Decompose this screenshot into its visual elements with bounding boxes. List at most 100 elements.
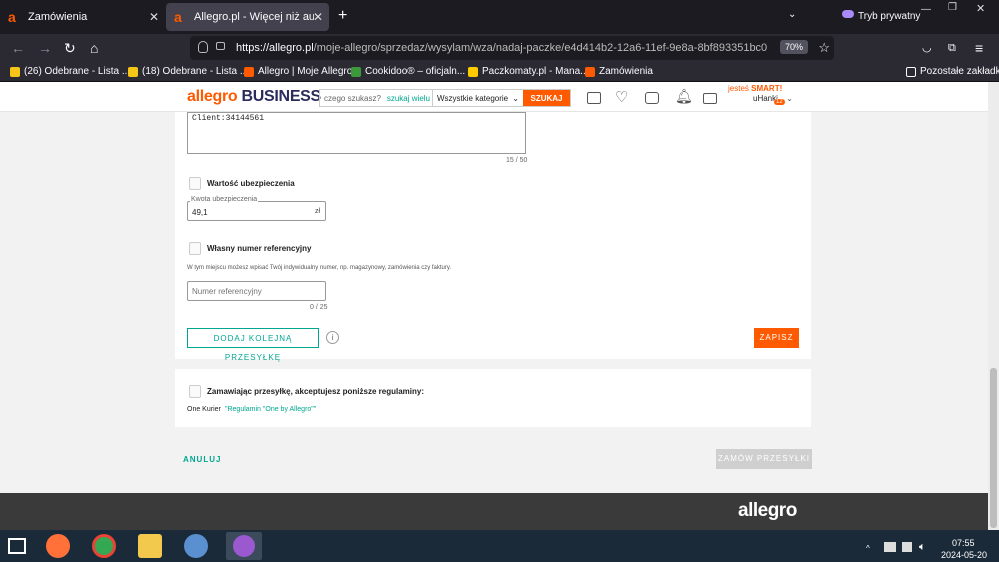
bookmark-item[interactable]: (18) Odebrane - Lista ...	[128, 66, 248, 77]
search-placeholder: czego szukasz?	[324, 94, 381, 103]
tab-label: Allegro.pl - Więcej niż aukcje. N	[194, 11, 314, 23]
bookmark-label: Paczkomaty.pl - Mana...	[482, 66, 589, 77]
bookmark-item[interactable]: Allegro | Moje Allegro	[244, 66, 352, 77]
chevron-down-icon: ⌄	[786, 94, 793, 103]
private-mask-icon	[842, 10, 854, 18]
bookmark-star-icon[interactable]: ☆	[818, 40, 830, 56]
delivery-truck-icon[interactable]	[587, 92, 601, 104]
home-icon[interactable]: ⌂	[90, 40, 98, 56]
insurance-title: Wartość ubezpieczenia	[207, 179, 295, 188]
bookmark-label: (26) Odebrane - Lista ...	[24, 66, 131, 77]
close-tab-icon[interactable]: ✕	[313, 10, 323, 24]
pencil-document-icon	[189, 242, 201, 255]
logo-business-text: BUSINESS	[241, 88, 322, 105]
smart-prefix: jesteś	[728, 84, 749, 93]
search-many-link[interactable]: szukaj wielu	[387, 94, 430, 103]
smiley-icon	[10, 66, 20, 77]
extensions-icon[interactable]: ⧉	[948, 40, 956, 56]
shield-icon[interactable]	[198, 41, 208, 53]
private-browsing-icon	[233, 535, 255, 557]
bell-icon[interactable]: 🔔︎	[675, 88, 693, 105]
minimize-icon[interactable]: —	[921, 4, 931, 15]
footer-logo: allegro	[738, 500, 797, 521]
menu-icon[interactable]: ≡	[975, 40, 983, 56]
tab-list-icon[interactable]: ⌄	[788, 9, 796, 20]
search-input[interactable]: czego szukasz? szukaj wielu	[320, 90, 433, 106]
allegro-icon	[585, 66, 595, 77]
terms-title: Zamawiając przesyłkę, akceptujesz poniżs…	[207, 387, 424, 396]
reference-counter: 0 / 25	[310, 304, 328, 311]
bookmark-item[interactable]: Cookidoo® – oficjaln...	[351, 66, 465, 77]
back-icon[interactable]: ←	[11, 40, 25, 56]
terms-link[interactable]: "Regulamin "One by Allegro""	[225, 406, 316, 413]
bookmark-item[interactable]: (26) Odebrane - Lista ...	[10, 66, 130, 77]
heart-icon[interactable]: ♡	[615, 88, 628, 106]
pocket-icon[interactable]: ◡	[922, 40, 932, 56]
bookmark-item[interactable]: Paczkomaty.pl - Mana...	[468, 66, 589, 77]
tab-zamowienia[interactable]: a Zamówienia ✕	[0, 0, 165, 34]
monitor-icon[interactable]	[902, 542, 912, 552]
other-bookmarks-label: Pozostałe zakładki	[920, 66, 999, 77]
zoom-level[interactable]: 70%	[779, 40, 808, 54]
add-shipment-button[interactable]: DODAJ KOLEJNĄ PRZESYŁKĘ	[187, 328, 319, 362]
info-icon[interactable]: i	[326, 331, 339, 344]
windows-start-icon[interactable]	[8, 538, 26, 554]
notification-badge: 12	[774, 99, 785, 105]
browser-tab-bar: a Zamówienia ✕ a Allegro.pl - Więcej niż…	[0, 0, 999, 34]
url-bar[interactable]: https://allegro.pl/moje-allegro/sprzedaz…	[190, 36, 834, 60]
volume-icon[interactable]: 🔈︎	[919, 541, 926, 554]
clock-time[interactable]: 07:55	[952, 538, 975, 548]
firefox-icon[interactable]	[46, 534, 70, 558]
bookmarks-bar: (26) Odebrane - Lista ... (18) Odebrane …	[0, 62, 999, 82]
other-bookmarks[interactable]: Pozostałe zakładki	[906, 66, 999, 77]
app-icon[interactable]	[184, 534, 208, 558]
cookidoo-icon	[351, 66, 361, 77]
textarea-counter: 15 / 50	[506, 157, 528, 164]
new-tab-icon[interactable]: +	[338, 7, 347, 25]
bookmark-label: Allegro | Moje Allegro	[258, 66, 353, 77]
chevron-down-icon: ⌄	[512, 94, 519, 103]
tray-chevron-icon[interactable]: ^	[866, 544, 870, 553]
reload-icon[interactable]: ↻	[64, 40, 76, 56]
note-textarea[interactable]: Client:34144561	[187, 112, 526, 154]
lock-icon[interactable]	[216, 42, 225, 50]
reference-number-input[interactable]	[187, 281, 326, 301]
insurance-amount-field[interactable]: 49,1 zł	[187, 201, 326, 221]
close-window-icon[interactable]: ✕	[976, 2, 985, 15]
save-button[interactable]: ZAPISZ	[754, 328, 799, 348]
cancel-link[interactable]: ANULUJ	[183, 455, 221, 464]
clock-date[interactable]: 2024-05-20	[941, 550, 987, 560]
network-icon[interactable]	[884, 542, 896, 552]
navigation-bar: ← → ↻ ⌂ https://allegro.pl/moje-allegro/…	[0, 34, 999, 62]
bookmark-label: Zamówienia	[599, 66, 653, 77]
terms-card	[175, 369, 811, 427]
close-tab-icon[interactable]: ✕	[149, 10, 159, 24]
allegro-business-logo[interactable]: allegro BUSINESS	[187, 88, 321, 106]
chrome-icon[interactable]	[92, 534, 116, 558]
reference-title: Własny numer referencyjny	[207, 244, 312, 253]
scrollbar-thumb[interactable]	[990, 368, 997, 528]
category-value: Wszystkie kategorie	[437, 94, 509, 103]
order-shipments-button[interactable]: ZAMÓW PRZESYŁKI	[716, 449, 812, 469]
logo-text: allegro	[187, 88, 238, 105]
file-explorer-icon[interactable]	[138, 534, 162, 558]
search-bar: czego szukasz? szukaj wielu Wszystkie kat…	[319, 89, 571, 107]
maximize-icon[interactable]: ❐	[948, 2, 957, 13]
bookmark-label: (18) Odebrane - Lista ...	[142, 66, 249, 77]
insurance-amount-value: 49,1	[192, 208, 208, 217]
tab-label: Zamówienia	[28, 11, 88, 23]
search-button[interactable]: SZUKAJ	[523, 90, 570, 106]
allegro-favicon-icon: a	[174, 9, 182, 25]
smart-badge: SMART!	[751, 84, 783, 93]
folder-icon	[906, 66, 916, 77]
tab-allegro[interactable]: a Allegro.pl - Więcej niż aukcje. N ✕	[166, 3, 329, 31]
document-icon	[189, 385, 201, 398]
bookmark-item[interactable]: Zamówienia	[585, 66, 653, 77]
forward-icon[interactable]: →	[38, 40, 52, 56]
cart-icon[interactable]	[703, 93, 717, 104]
private-mode-label: Tryb prywatny	[858, 11, 921, 22]
allegro-icon	[244, 66, 254, 77]
category-select[interactable]: Wszystkie kategorie ⌄	[433, 90, 523, 106]
chat-icon[interactable]	[645, 92, 659, 104]
currency-unit: zł	[314, 208, 320, 215]
